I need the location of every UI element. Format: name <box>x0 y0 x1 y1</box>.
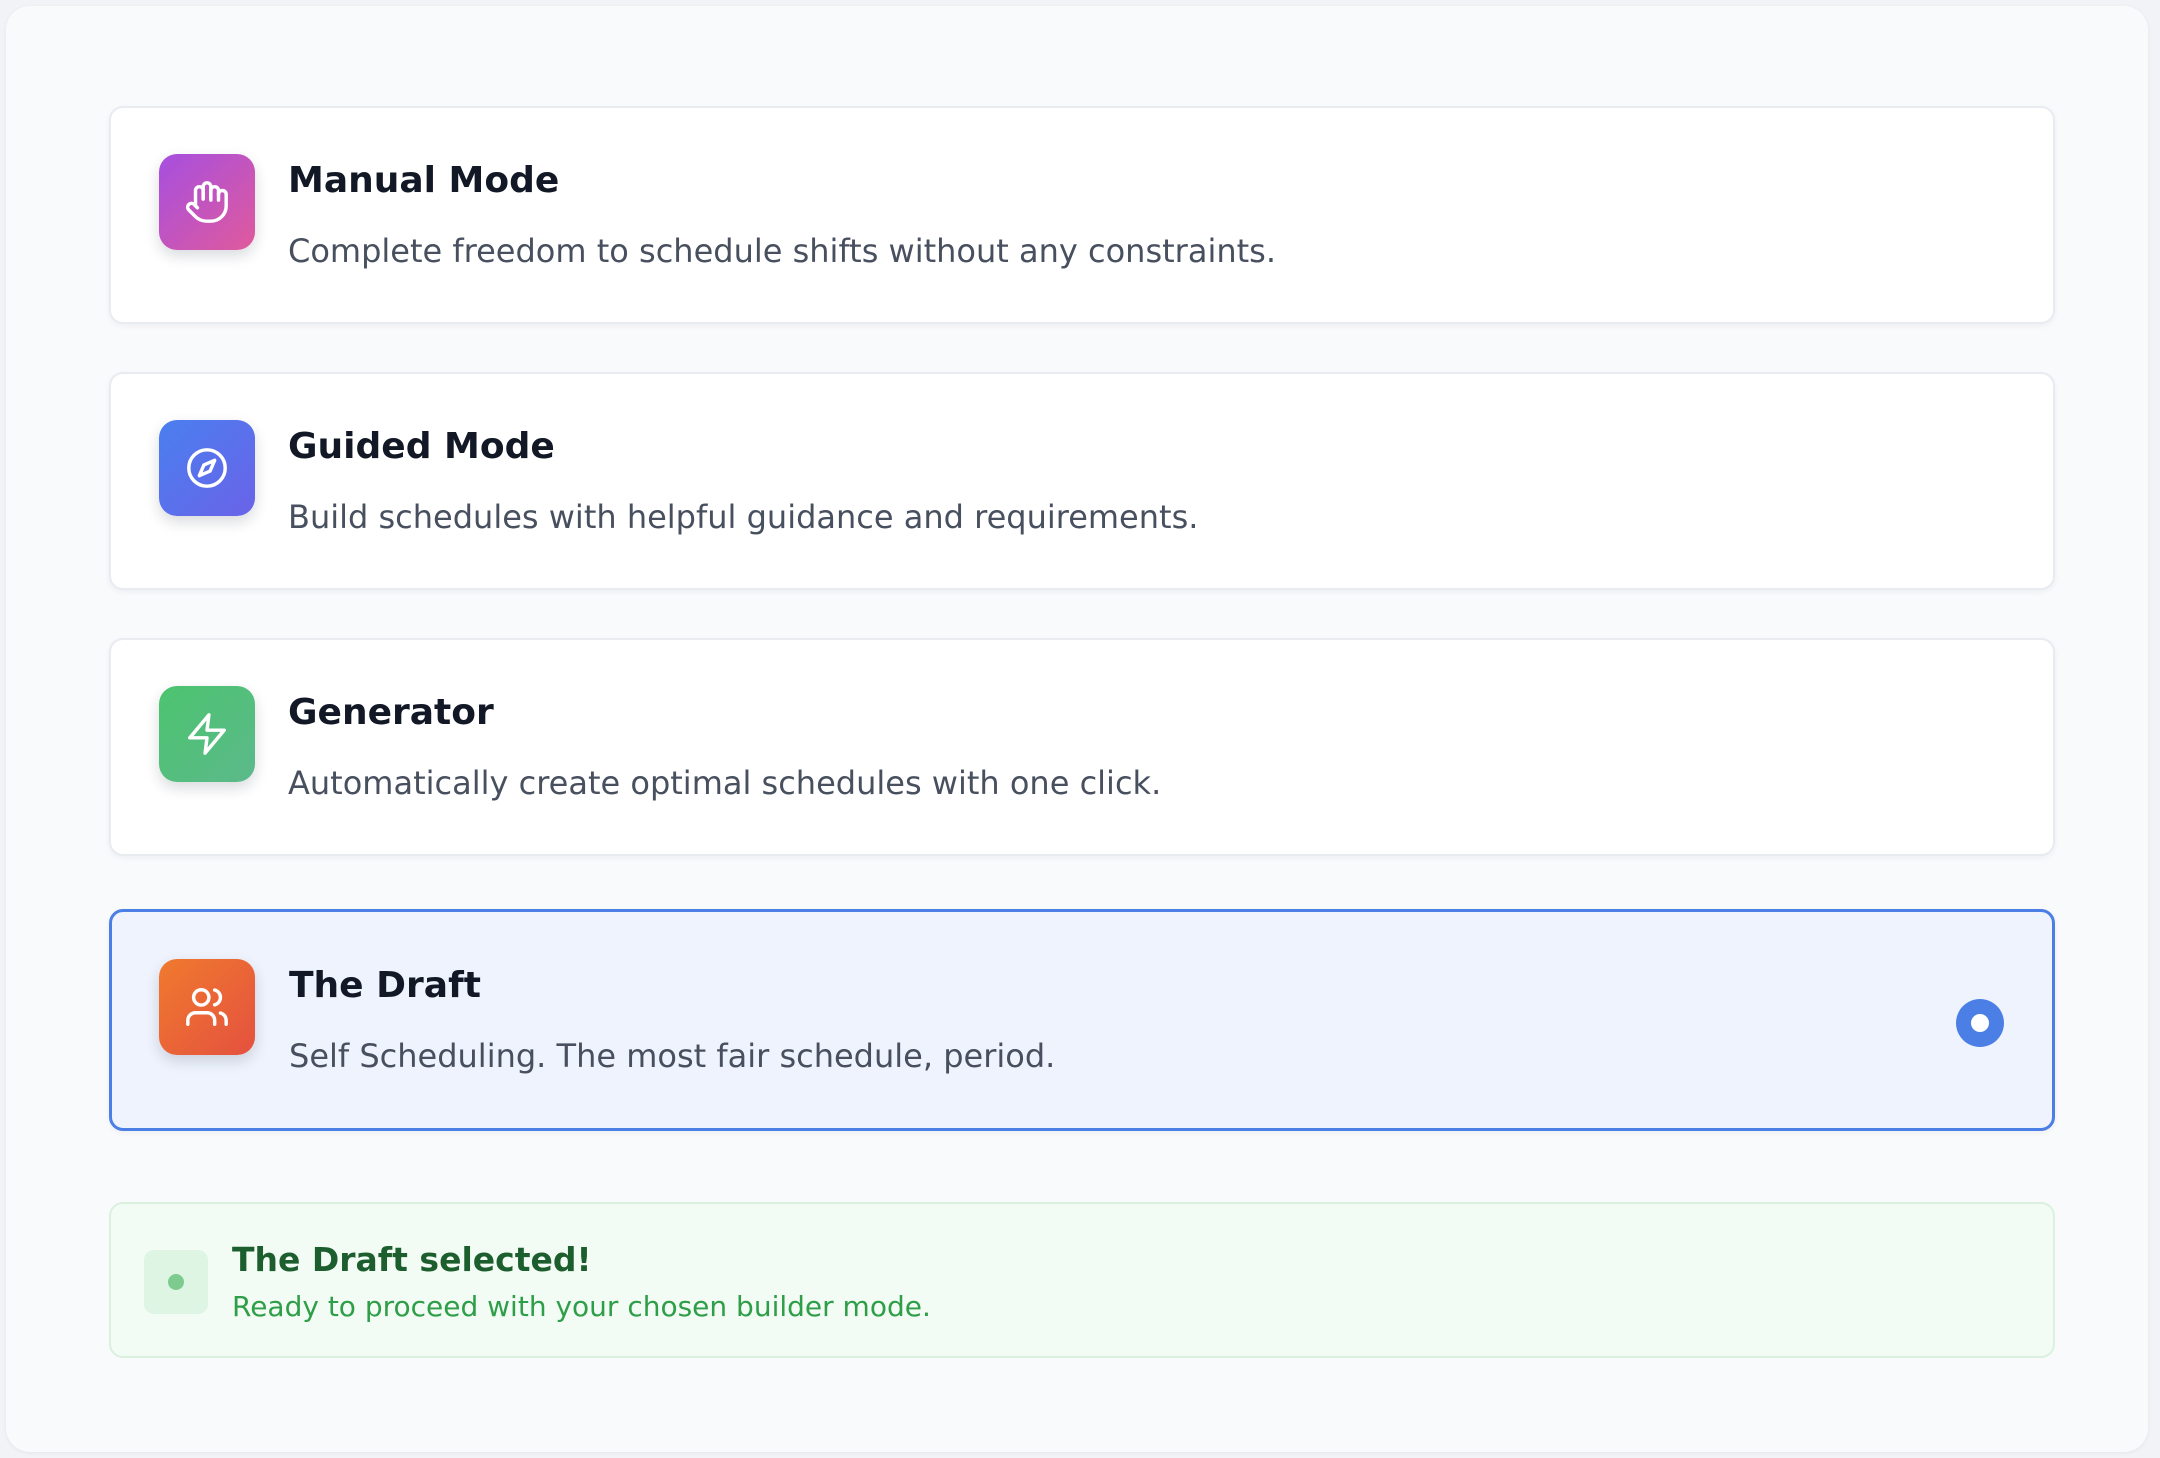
compass-icon <box>159 420 255 516</box>
hand-icon <box>159 154 255 250</box>
mode-description: Build schedules with helpful guidance an… <box>288 498 1199 536</box>
selection-notice: The Draft selected! Ready to proceed wit… <box>109 1202 2055 1358</box>
mode-card-guided[interactable]: Guided Mode Build schedules with helpful… <box>109 372 2055 590</box>
mode-title: The Draft <box>289 965 481 1006</box>
mode-card-manual[interactable]: Manual Mode Complete freedom to schedule… <box>109 106 2055 324</box>
mode-title: Manual Mode <box>288 160 560 201</box>
radio-dot <box>1971 1014 1989 1032</box>
selected-radio[interactable] <box>1956 999 2004 1047</box>
mode-card-generator[interactable]: Generator Automatically create optimal s… <box>109 638 2055 856</box>
notice-dot <box>168 1274 184 1290</box>
mode-card-draft[interactable]: The Draft Self Scheduling. The most fair… <box>109 909 2055 1131</box>
notice-title: The Draft selected! <box>232 1240 592 1279</box>
mode-description: Automatically create optimal schedules w… <box>288 764 1162 802</box>
mode-title: Generator <box>288 692 494 733</box>
notice-text: Ready to proceed with your chosen builde… <box>232 1290 931 1323</box>
users-icon <box>159 959 255 1055</box>
lightning-icon <box>159 686 255 782</box>
mode-title: Guided Mode <box>288 426 555 467</box>
builder-mode-panel: Manual Mode Complete freedom to schedule… <box>6 6 2148 1452</box>
status-dot-icon <box>144 1250 208 1314</box>
mode-description: Self Scheduling. The most fair schedule,… <box>289 1037 1056 1075</box>
mode-description: Complete freedom to schedule shifts with… <box>288 232 1276 270</box>
